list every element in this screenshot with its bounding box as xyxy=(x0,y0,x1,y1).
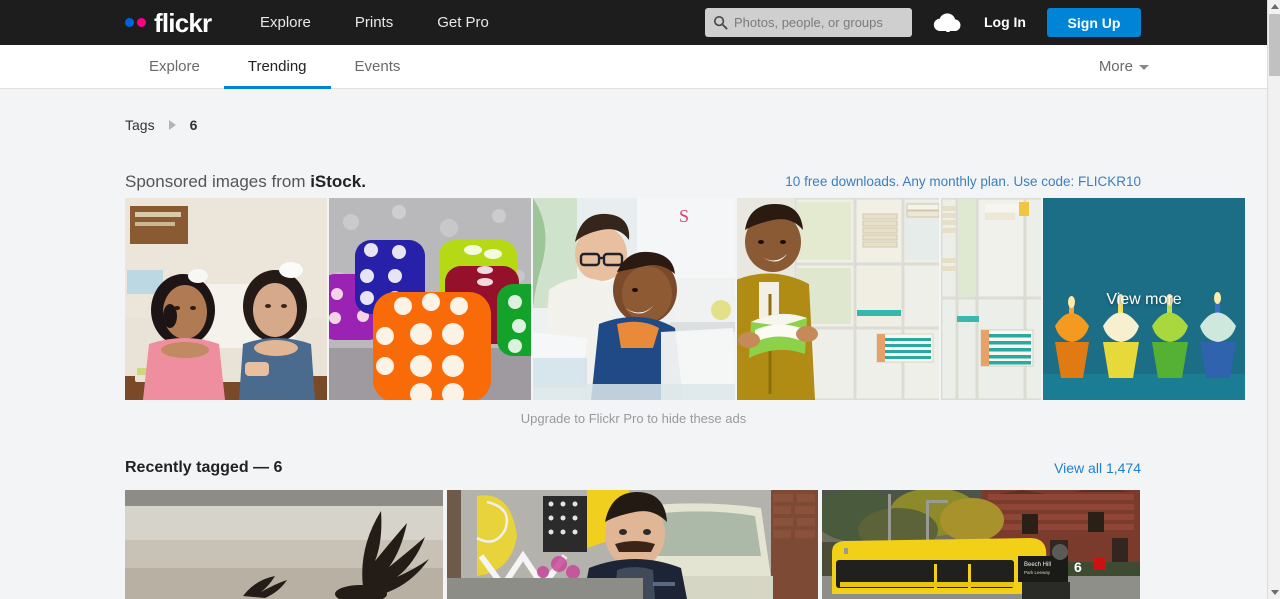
sponsored-promo-link[interactable]: 10 free downloads. Any monthly plan. Use… xyxy=(785,174,1141,189)
chevron-down-icon xyxy=(1139,64,1149,70)
sponsored-thumb-2[interactable] xyxy=(329,198,531,400)
tab-explore[interactable]: Explore xyxy=(125,45,224,89)
search-icon xyxy=(713,15,728,30)
tab-events[interactable]: Events xyxy=(331,45,425,89)
scroll-down-arrow-icon[interactable] xyxy=(1268,586,1280,599)
flickr-logo[interactable]: flickr xyxy=(125,7,212,38)
secondary-nav-bar: Explore Trending Events More xyxy=(0,45,1267,89)
sponsored-thumb-3[interactable]: S xyxy=(533,198,735,400)
sponsored-thumb-2-image xyxy=(329,198,531,400)
chevron-right-icon xyxy=(168,120,176,130)
search-input[interactable] xyxy=(734,15,904,30)
login-link[interactable]: Log In xyxy=(984,0,1026,45)
breadcrumb-tags-link[interactable]: Tags xyxy=(125,117,155,133)
photo-thumb-3-image: Beech Hill Park Leeway 6 xyxy=(822,490,1140,599)
sponsored-thumb-3-image: S xyxy=(533,198,735,400)
top-header-bar: flickr Explore Prints Get Pro Photos, pe… xyxy=(0,0,1267,45)
breadcrumb: Tags 6 xyxy=(125,117,197,133)
photo-thumb-2[interactable] xyxy=(447,490,818,599)
scroll-up-arrow-icon[interactable] xyxy=(1268,0,1280,13)
photo-thumb-2-image xyxy=(447,490,818,599)
sponsored-thumb-5[interactable] xyxy=(941,198,1041,400)
svg-text:Beech Hill: Beech Hill xyxy=(1024,562,1051,568)
page-scrollbar[interactable] xyxy=(1267,0,1280,599)
sponsored-thumb-4-image xyxy=(737,198,939,400)
upgrade-to-pro-note[interactable]: Upgrade to Flickr Pro to hide these ads xyxy=(0,411,1267,426)
svg-text:Park Leeway: Park Leeway xyxy=(1024,570,1051,575)
nav-item-prints[interactable]: Prints xyxy=(333,0,415,45)
sponsored-thumb-6-view-more[interactable]: View more xyxy=(1043,198,1245,400)
search-box[interactable] xyxy=(705,8,912,37)
sponsored-images-row: S View more xyxy=(125,198,1245,400)
sponsored-thumb-5-image xyxy=(941,198,1041,400)
secondary-nav-items: Explore Trending Events xyxy=(125,45,424,89)
sponsored-heading-prefix: Sponsored images from xyxy=(125,172,311,191)
recently-tagged-heading: Recently tagged — 6 xyxy=(125,459,283,476)
photo-thumb-1[interactable] xyxy=(125,490,443,599)
sponsored-brand-istock[interactable]: iStock. xyxy=(310,172,366,191)
view-all-link[interactable]: View all 1,474 xyxy=(1054,460,1141,476)
photo-thumb-3[interactable]: Beech Hill Park Leeway 6 xyxy=(822,490,1140,599)
sponsored-heading: Sponsored images from iStock. xyxy=(125,172,366,192)
flickr-logo-text: flickr xyxy=(154,7,212,38)
svg-text:6: 6 xyxy=(1074,559,1082,575)
svg-text:S: S xyxy=(679,206,689,226)
flickr-logo-dots-icon xyxy=(125,18,146,27)
flickr-trending-page: flickr Explore Prints Get Pro Photos, pe… xyxy=(0,0,1280,599)
primary-nav: Explore Prints Get Pro xyxy=(238,0,511,45)
cloud-upload-icon[interactable] xyxy=(930,11,966,35)
scrollbar-thumb[interactable] xyxy=(1269,14,1280,76)
sponsored-thumb-1-image xyxy=(125,198,327,400)
tab-trending[interactable]: Trending xyxy=(223,45,331,89)
sponsored-thumb-4[interactable] xyxy=(737,198,939,400)
photo-thumb-1-image xyxy=(125,490,443,599)
recently-tagged-photo-row: Beech Hill Park Leeway 6 xyxy=(125,490,1140,599)
more-menu-label: More xyxy=(1098,58,1133,75)
more-menu-button[interactable]: More xyxy=(1099,45,1149,89)
breadcrumb-current: 6 xyxy=(189,117,198,133)
sponsored-thumb-1[interactable] xyxy=(125,198,327,400)
view-more-label: View more xyxy=(1106,291,1182,308)
nav-item-explore[interactable]: Explore xyxy=(238,0,333,45)
signup-button[interactable]: Sign Up xyxy=(1047,8,1141,37)
nav-item-get-pro[interactable]: Get Pro xyxy=(415,0,511,45)
